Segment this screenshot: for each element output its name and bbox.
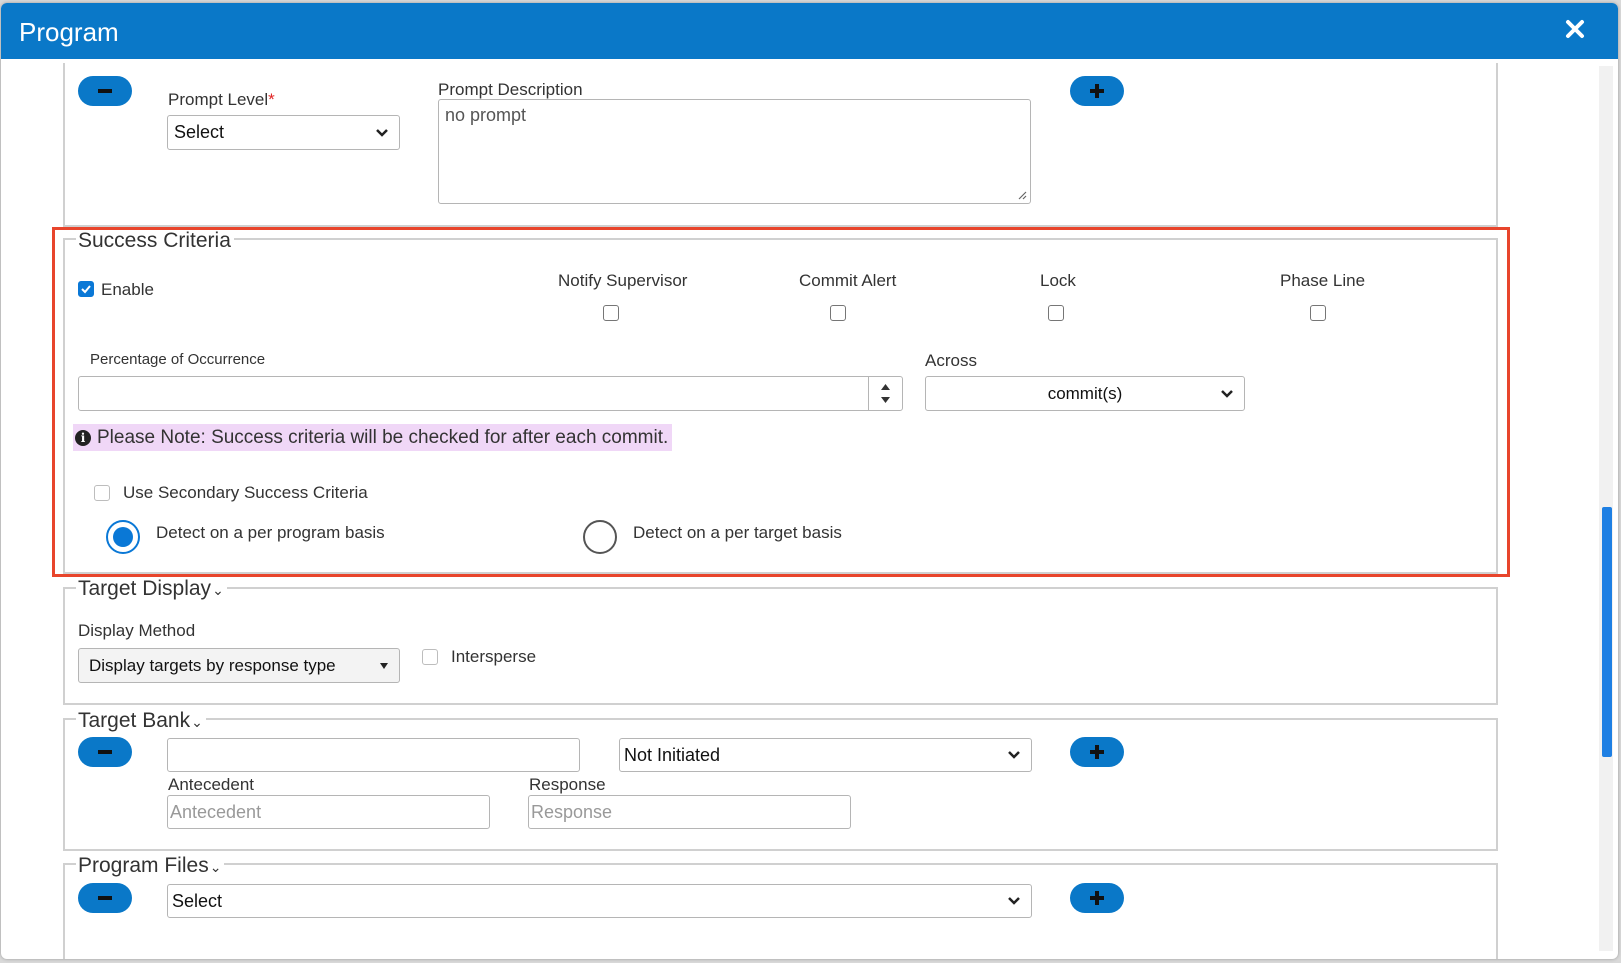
- response-placeholder: Response: [531, 801, 613, 822]
- program-files-legend-text: Program Files: [78, 854, 209, 877]
- antecedent-label: Antecedent: [168, 775, 255, 794]
- target-bank-legend-text: Target Bank: [78, 709, 191, 732]
- dialog-title: Program: [19, 17, 119, 47]
- caret-down-icon: [380, 662, 388, 669]
- intersperse-label: Intersperse: [451, 647, 537, 666]
- plus-icon: [1095, 745, 1099, 759]
- add-file-button[interactable]: [1070, 883, 1124, 913]
- prompt-level-label-text: Prompt Level: [168, 90, 269, 109]
- display-method-value: Display targets by response type: [89, 655, 336, 675]
- response-label: Response: [529, 775, 606, 794]
- response-input[interactable]: Response: [528, 795, 851, 829]
- dialog-titlebar: Program: [1, 3, 1618, 59]
- scrollbar-thumb[interactable]: [1602, 507, 1612, 757]
- antecedent-placeholder: Antecedent: [170, 801, 262, 822]
- target-status-value: Not Initiated: [624, 744, 721, 765]
- prompt-description-value: no prompt: [445, 105, 527, 125]
- add-prompt-button[interactable]: [1070, 76, 1124, 106]
- intersperse-checkbox[interactable]: [422, 649, 438, 665]
- minus-icon: [98, 750, 112, 754]
- program-file-value: Select: [172, 890, 223, 911]
- target-name-input[interactable]: [167, 738, 580, 772]
- prompt-level-value: Select: [174, 122, 225, 142]
- target-display-legend[interactable]: Target Display⌄: [76, 577, 227, 602]
- target-display-fieldset: [63, 587, 1498, 705]
- program-file-select[interactable]: Select: [167, 884, 1032, 918]
- chevron-down-icon: [1008, 897, 1020, 905]
- minus-icon: [98, 89, 112, 93]
- remove-target-button[interactable]: [78, 737, 132, 767]
- chevron-down-icon: [376, 128, 388, 137]
- target-bank-legend[interactable]: Target Bank⌄: [76, 709, 206, 734]
- chevron-down-icon: ⌄: [212, 582, 224, 598]
- required-marker: *: [268, 90, 275, 109]
- prompt-level-label: Prompt Level*: [168, 90, 275, 110]
- chevron-down-icon: ⌄: [209, 859, 222, 875]
- remove-file-button[interactable]: [78, 883, 132, 913]
- close-icon[interactable]: [1562, 16, 1588, 42]
- chevron-down-icon: [1008, 751, 1020, 759]
- display-method-label: Display Method: [78, 621, 196, 640]
- chevron-down-icon: ⌄: [191, 714, 203, 730]
- program-files-legend[interactable]: Program Files⌄: [76, 854, 225, 879]
- plus-icon: [1095, 891, 1099, 905]
- minus-icon: [98, 896, 112, 900]
- add-target-button[interactable]: [1070, 737, 1124, 767]
- display-method-select[interactable]: Display targets by response type: [78, 648, 400, 683]
- program-dialog: Program Prompt Level* Select Prompt Desc…: [1, 3, 1618, 959]
- prompt-description-textarea[interactable]: no prompt: [438, 99, 1031, 204]
- target-display-legend-text: Target Display: [78, 577, 212, 600]
- prompt-description-label: Prompt Description: [438, 80, 583, 99]
- prompt-level-select[interactable]: Select: [167, 115, 400, 150]
- plus-icon: [1095, 84, 1099, 98]
- antecedent-input[interactable]: Antecedent: [167, 795, 490, 829]
- success-criteria-highlight: [52, 227, 1510, 577]
- target-status-select[interactable]: Not Initiated: [619, 738, 1032, 772]
- resize-grip-icon[interactable]: [1017, 190, 1027, 200]
- remove-prompt-button[interactable]: [78, 76, 132, 106]
